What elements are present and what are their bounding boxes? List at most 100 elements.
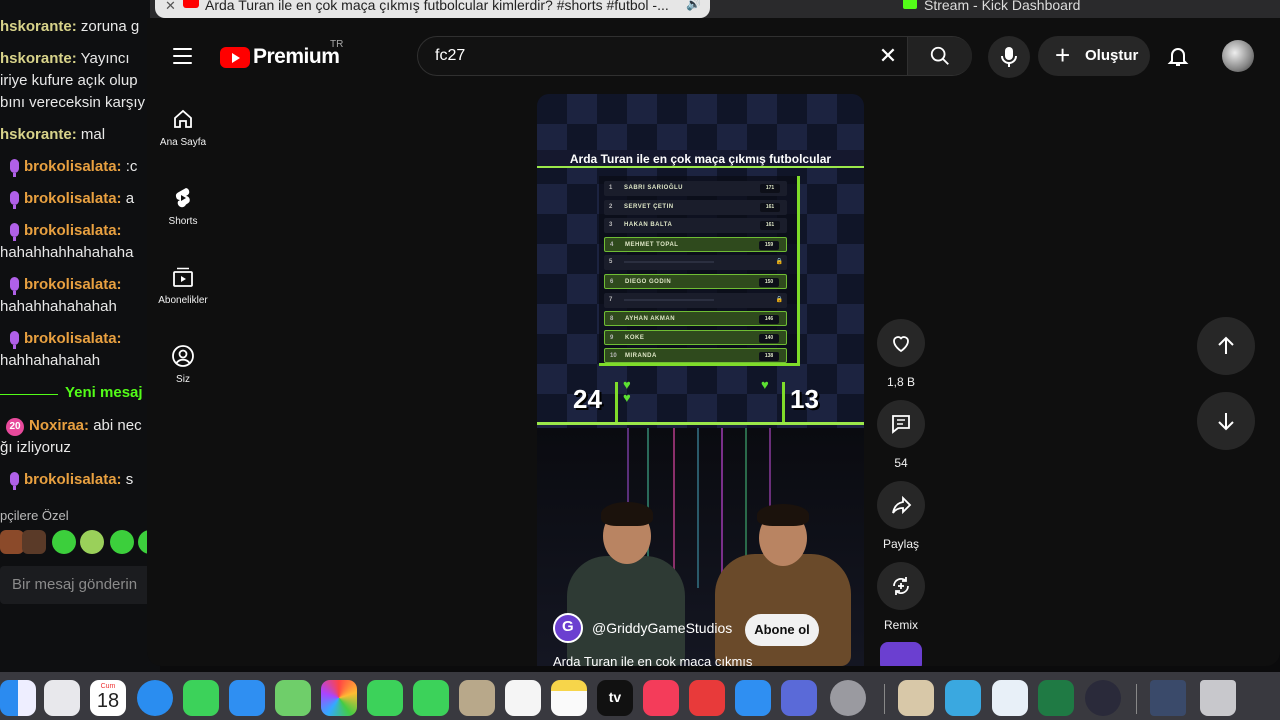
rank-number: 10 [610, 353, 617, 360]
emote-icon[interactable] [110, 530, 134, 554]
tab-close-icon[interactable]: ✕ [165, 0, 176, 14]
app-icon-3[interactable] [992, 680, 1028, 716]
channel-avatar[interactable] [553, 613, 583, 643]
next-short-button[interactable] [1197, 392, 1255, 450]
subscribe-button[interactable]: Abone ol [745, 614, 819, 646]
like-button[interactable]: 1,8 B [876, 319, 926, 389]
arrow-down-icon [1218, 413, 1234, 431]
person-hair [601, 502, 653, 526]
remix-button[interactable]: Remix [876, 562, 926, 632]
tab-kick-dashboard[interactable]: Stream - Kick Dashboard [924, 0, 1080, 13]
nav-shorts[interactable]: Shorts [147, 186, 219, 227]
appletv-icon[interactable]: tv [597, 680, 633, 716]
safari-icon[interactable] [137, 680, 173, 716]
new-messages-divider: Yeni mesaj [0, 383, 160, 405]
person-right [715, 554, 851, 666]
photos-icon[interactable] [321, 680, 357, 716]
youtube-premium-logo[interactable]: Premium TR [220, 39, 343, 69]
previous-short-button[interactable] [1197, 317, 1255, 375]
subscriptions-icon [173, 267, 193, 287]
channel-info[interactable]: @GriddyGameStudios [553, 612, 732, 644]
chat-message-text: bını vereceksin karşıy [0, 94, 146, 111]
leaderboard-row: 6 DIEGO GODIN 150 [604, 274, 787, 289]
appearance-count: 171 [760, 184, 780, 193]
emote-row [0, 530, 160, 558]
video-caption[interactable]: Arda Turan ile en çok maça çıkmış [553, 654, 752, 666]
rank-number: 3 [609, 222, 613, 229]
chat-message: brokolisalata: [10, 328, 122, 350]
obs-icon[interactable] [1085, 680, 1121, 716]
app-icon-2[interactable] [945, 680, 981, 716]
leaderboard-row: 10 MIRANDA 138 [604, 348, 787, 364]
emote-icon[interactable] [80, 530, 104, 554]
leaderboard-row: 2 SERVET ÇETIN 161 [604, 199, 787, 215]
youtube-favicon-icon [183, 0, 199, 8]
settings-icon[interactable] [830, 680, 866, 716]
remix-icon [893, 577, 909, 595]
chat-message: brokolisalata: [10, 220, 122, 242]
phone-icon[interactable] [413, 680, 449, 716]
share-icon [892, 495, 912, 515]
voice-search-button[interactable] [988, 36, 1030, 78]
rank-number: 1 [609, 185, 613, 191]
nav-you[interactable]: Siz [147, 344, 219, 385]
player-name: HAKAN BALTA [624, 222, 673, 229]
nav-home[interactable]: Ana Sayfa [147, 107, 219, 148]
leaderboard-row: 5 🔒 [604, 255, 787, 271]
short-video-player[interactable]: Arda Turan ile en çok maça çıkmış futbol… [537, 94, 864, 666]
player-name: MEHMET TOPAL [625, 241, 679, 248]
player-name: SABRI SARIOĞLU [624, 185, 684, 191]
chat-message-input[interactable]: Bir mesaj gönderin [0, 566, 160, 604]
curtain-stripe [697, 428, 699, 588]
search-button[interactable] [907, 37, 972, 75]
chat-message: brokolisalata: a [10, 188, 134, 210]
music-icon[interactable] [643, 680, 679, 716]
search-input[interactable]: fc27 [435, 47, 465, 65]
audio-playing-icon[interactable]: 🔊 [686, 0, 704, 11]
excel-icon[interactable] [1038, 680, 1074, 716]
create-button[interactable]: + Oluştur [1038, 36, 1150, 76]
finder-icon[interactable] [0, 680, 36, 716]
curtain-stripe [673, 428, 675, 588]
channel-name[interactable]: @GriddyGameStudios [592, 620, 732, 636]
appearance-count: 138 [759, 352, 779, 362]
notes-icon[interactable] [551, 680, 587, 716]
mail-icon[interactable] [229, 680, 265, 716]
macos-dock: Cum 18 tv [0, 672, 1280, 720]
calendar-icon[interactable]: Cum 18 [90, 680, 126, 716]
comment-icon [892, 415, 910, 434]
messages-icon[interactable] [183, 680, 219, 716]
player-name: DIEGO GODIN [625, 279, 672, 285]
lock-icon: 🔒 [775, 296, 783, 303]
iphone-mirroring-icon[interactable] [781, 680, 817, 716]
account-avatar[interactable] [1222, 40, 1254, 72]
reminders-icon[interactable] [505, 680, 541, 716]
emote-icon[interactable] [0, 530, 24, 554]
search-box[interactable]: fc27 ✕ [417, 36, 972, 76]
chat-message-text: hahahhahhahahaha [0, 244, 134, 261]
notifications-bell-icon[interactable] [1166, 44, 1190, 68]
clear-search-icon[interactable]: ✕ [876, 44, 900, 68]
menu-icon[interactable] [173, 48, 192, 64]
nav-subscriptions[interactable]: Abonelikler [147, 265, 219, 306]
facetime-icon[interactable] [367, 680, 403, 716]
maps-icon[interactable] [275, 680, 311, 716]
comments-button[interactable]: 54 [876, 400, 926, 470]
chat-message-text: hahhahahahah [0, 352, 101, 369]
rocket-icon[interactable] [689, 680, 725, 716]
youtube-play-icon [220, 46, 250, 68]
launchpad-icon[interactable] [44, 680, 80, 716]
sound-channel-thumbnail[interactable] [880, 642, 922, 666]
emote-icon[interactable] [22, 530, 46, 554]
home-icon [174, 109, 192, 128]
appstore-icon[interactable] [735, 680, 771, 716]
goal-post [782, 382, 785, 425]
trash-icon[interactable] [1200, 680, 1236, 716]
search-icon [930, 46, 949, 65]
emote-icon[interactable] [52, 530, 76, 554]
app-icon-1[interactable] [898, 680, 934, 716]
share-button[interactable]: Paylaş [876, 481, 926, 551]
contacts-icon[interactable] [459, 680, 495, 716]
mic-badge-icon [10, 277, 19, 295]
preview-icon[interactable] [1150, 680, 1186, 716]
